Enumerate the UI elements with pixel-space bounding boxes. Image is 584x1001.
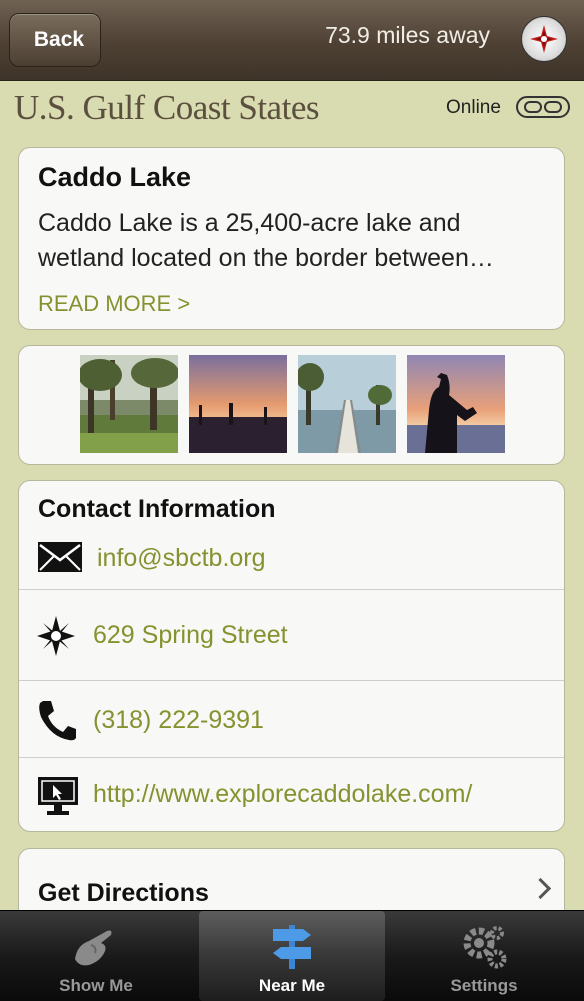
read-more-link[interactable]: READ MORE > [38,291,190,317]
contact-phone: (318) 222-9391 [93,706,264,734]
tab-near-me-label: Near Me [258,976,326,995]
tab-show-me-label: Show Me [59,976,133,995]
back-button-label: Back [33,28,85,51]
contact-row-address[interactable]: 629 Spring Street [19,589,564,681]
phone-icon [39,701,76,741]
tab-bar: Show Me Near Me Settings [0,910,584,1001]
gears-icon [463,926,507,969]
back-button[interactable]: Back [9,13,101,67]
compass-icon [530,25,558,53]
chevron-right-icon [529,877,552,900]
region-title: U.S. Gulf Coast States [14,88,319,127]
contact-row-website[interactable]: http://www.explorecaddolake.com/ [19,757,564,833]
tab-near-me[interactable]: Near Me [199,911,385,1001]
photo-thumbnail-boardwalk[interactable] [298,355,396,453]
contact-card: Contact Information info@sbctb.org 629 S… [18,480,565,832]
signpost-icon [273,925,311,969]
compass-button[interactable] [521,16,567,62]
distance-label: 73.9 miles away [325,22,490,48]
tab-settings-label: Settings [450,976,518,995]
contact-row-email[interactable]: info@sbctb.org [19,533,564,589]
pointing-hand-icon [75,930,112,966]
photo-thumbnail-cypress-swamp[interactable] [80,355,178,453]
tab-show-me[interactable]: Show Me [3,911,189,1001]
photo-thumbnail-sunset-lake[interactable] [189,355,287,453]
get-directions-label: Get Directions [38,879,209,907]
compass-rose-icon [37,616,75,656]
place-title: Caddo Lake [38,162,192,192]
contact-website: http://www.explorecaddolake.com/ [93,780,473,808]
contact-title: Contact Information [38,495,276,523]
photo-thumbnail-silhouette[interactable] [407,355,505,453]
contact-email: info@sbctb.org [97,544,266,572]
contact-row-phone[interactable]: (318) 222-9391 [19,680,564,758]
online-label: Online [446,97,501,118]
navigation-bar: Back 73.9 miles away [0,0,584,81]
photos-card [18,345,565,465]
monitor-icon [38,777,78,815]
tab-settings[interactable]: Settings [391,911,577,1001]
place-description: Caddo Lake is a 25,400-acre lake and wet… [38,209,494,272]
envelope-icon [38,542,82,572]
contact-address: 629 Spring Street [93,621,288,649]
online-toggle-icon[interactable] [516,96,570,118]
description-card: Caddo Lake Caddo Lake is a 25,400-acre l… [18,147,565,330]
